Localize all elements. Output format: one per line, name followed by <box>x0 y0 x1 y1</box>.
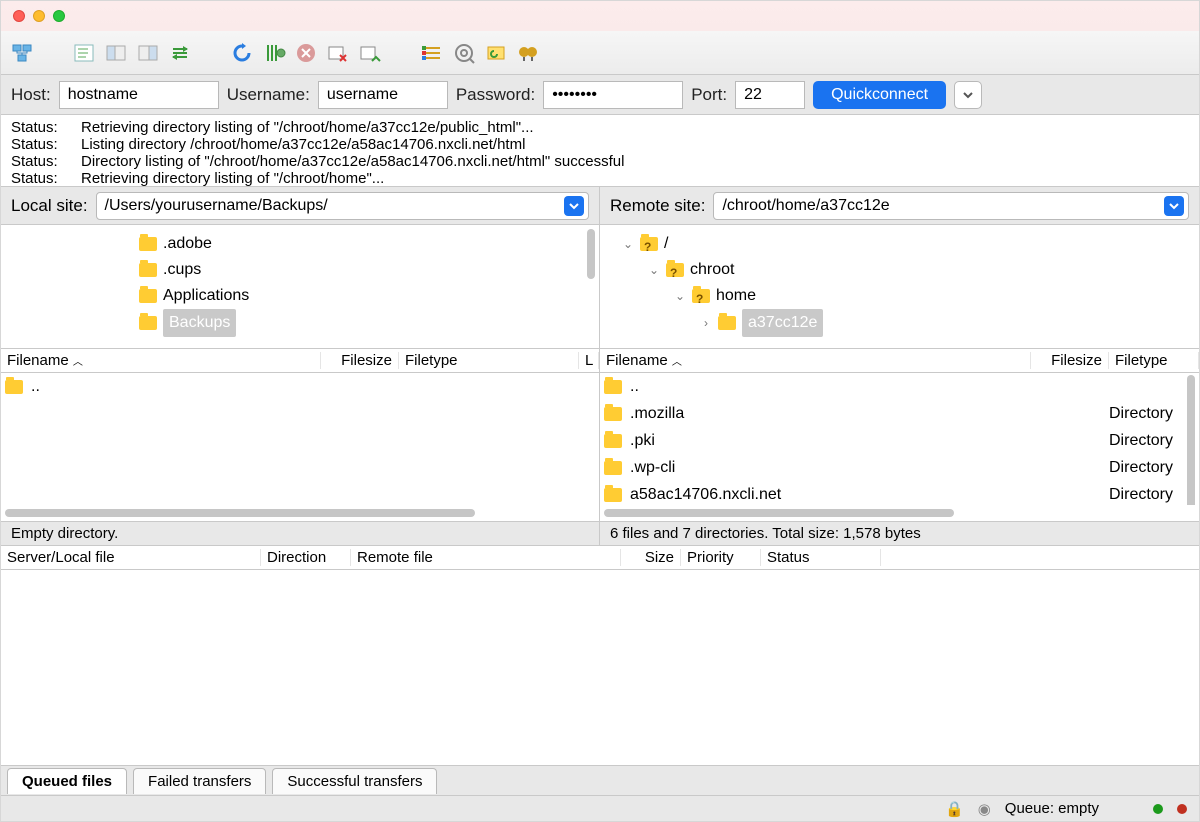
reconnect-icon[interactable] <box>357 40 383 66</box>
refresh-icon[interactable] <box>229 40 255 66</box>
scrollbar-horizontal[interactable] <box>600 505 1199 521</box>
tree-item[interactable]: Applications <box>15 283 595 309</box>
remote-site-label: Remote site: <box>610 196 705 216</box>
find-icon[interactable] <box>515 40 541 66</box>
host-label: Host: <box>11 85 51 105</box>
file-row[interactable]: .wp-cliDirectory <box>600 454 1199 481</box>
toolbar <box>1 31 1199 75</box>
message-log[interactable]: Status:Retrieving directory listing of "… <box>1 115 1199 187</box>
quickconnect-bar: Host: Username: Password: Port: Quickcon… <box>1 75 1199 115</box>
queue-status: Queue: empty <box>1005 800 1099 817</box>
sort-asc-icon: ︿ <box>73 357 83 368</box>
scrollbar-vertical[interactable] <box>1187 373 1197 505</box>
remote-site-path: /chroot/home/a37cc12e <box>722 197 889 215</box>
password-input[interactable] <box>543 81 683 109</box>
local-columns[interactable]: Filename ︿ Filesize Filetype L <box>1 349 599 373</box>
password-label: Password: <box>456 85 535 105</box>
queue-columns[interactable]: Server/Local fileDirectionRemote fileSiz… <box>1 546 1199 570</box>
col-filename[interactable]: Filename <box>606 352 668 369</box>
activity-led-download <box>1153 804 1163 814</box>
col-filetype[interactable]: Filetype <box>1109 352 1199 369</box>
file-row[interactable]: .. <box>600 373 1199 400</box>
sync-browse-icon[interactable] <box>483 40 509 66</box>
sort-asc-icon: ︿ <box>672 357 682 368</box>
remote-columns[interactable]: Filename ︿ Filesize Filetype <box>600 349 1199 373</box>
local-site-label: Local site: <box>11 196 88 216</box>
process-queue-icon[interactable] <box>261 40 287 66</box>
tree-item[interactable]: .cups <box>15 257 595 283</box>
disconnect-icon[interactable] <box>325 40 351 66</box>
host-input[interactable] <box>59 81 219 109</box>
local-site-path: /Users/yourusername/Backups/ <box>105 197 328 215</box>
queue-tabs: Queued files Failed transfers Successful… <box>1 765 1199 795</box>
file-row[interactable]: .pkiDirectory <box>600 427 1199 454</box>
quickconnect-button[interactable]: Quickconnect <box>813 81 946 109</box>
username-input[interactable] <box>318 81 448 109</box>
tree-item[interactable]: Backups <box>15 309 595 337</box>
file-row[interactable]: .mozillaDirectory <box>600 400 1199 427</box>
col-filesize[interactable]: Filesize <box>321 352 399 369</box>
local-site-input[interactable]: /Users/yourusername/Backups/ <box>96 192 589 220</box>
col-last[interactable]: L <box>579 352 599 369</box>
col-filesize[interactable]: Filesize <box>1031 352 1109 369</box>
file-row[interactable]: a58ac14706.nxcli.netDirectory <box>600 481 1199 505</box>
local-status: Empty directory. <box>1 521 599 545</box>
toggle-log-icon[interactable] <box>71 40 97 66</box>
directory-trees: Local site: /Users/yourusername/Backups/… <box>1 187 1199 349</box>
local-pane: Local site: /Users/yourusername/Backups/… <box>1 187 600 348</box>
col-filetype[interactable]: Filetype <box>399 352 579 369</box>
tree-item[interactable]: ›a37cc12e <box>614 309 1195 337</box>
tab-queued[interactable]: Queued files <box>7 768 127 794</box>
globe-icon[interactable]: ◉ <box>978 800 991 818</box>
toggle-remote-tree-icon[interactable] <box>135 40 161 66</box>
tab-failed[interactable]: Failed transfers <box>133 768 266 794</box>
zoom-window-button[interactable] <box>53 10 65 22</box>
footer: 🔒 ◉ Queue: empty <box>1 795 1199 821</box>
remote-tree[interactable]: ⌄/⌄chroot⌄home›a37cc12e <box>600 225 1199 348</box>
scrollbar-thumb[interactable] <box>587 229 595 279</box>
username-label: Username: <box>227 85 310 105</box>
directory-compare-icon[interactable] <box>451 40 477 66</box>
chevron-down-icon[interactable] <box>564 196 584 216</box>
filter-icon[interactable] <box>419 40 445 66</box>
filezilla-window: Host: Username: Password: Port: Quickcon… <box>0 0 1200 822</box>
tab-success[interactable]: Successful transfers <box>272 768 437 794</box>
scrollbar-horizontal[interactable] <box>1 505 599 521</box>
toggle-local-tree-icon[interactable] <box>103 40 129 66</box>
close-window-button[interactable] <box>13 10 25 22</box>
quickconnect-history-dropdown[interactable] <box>954 81 982 109</box>
tree-item[interactable]: .adobe <box>15 231 595 257</box>
titlebar <box>1 1 1199 31</box>
port-input[interactable] <box>735 81 805 109</box>
site-manager-icon[interactable] <box>9 40 35 66</box>
file-row[interactable]: .. <box>1 373 599 400</box>
remote-pane: Remote site: /chroot/home/a37cc12e ⌄/⌄ch… <box>600 187 1199 348</box>
remote-rows[interactable]: ...mozillaDirectory.pkiDirectory.wp-cliD… <box>600 373 1199 505</box>
queue-body[interactable] <box>1 570 1199 766</box>
file-lists: Filename ︿ Filesize Filetype L .. Empty … <box>1 349 1199 546</box>
col-filename[interactable]: Filename <box>7 352 69 369</box>
local-rows[interactable]: .. <box>1 373 599 505</box>
tree-item[interactable]: ⌄home <box>614 283 1195 309</box>
lock-icon[interactable]: 🔒 <box>945 800 964 818</box>
local-tree[interactable]: .adobe.cupsApplicationsBackups <box>1 225 599 348</box>
toggle-queue-icon[interactable] <box>167 40 193 66</box>
activity-led-upload <box>1177 804 1187 814</box>
remote-status: 6 files and 7 directories. Total size: 1… <box>600 521 1199 545</box>
port-label: Port: <box>691 85 727 105</box>
minimize-window-button[interactable] <box>33 10 45 22</box>
tree-item[interactable]: ⌄/ <box>614 231 1195 257</box>
tree-item[interactable]: ⌄chroot <box>614 257 1195 283</box>
chevron-down-icon[interactable] <box>1164 196 1184 216</box>
local-file-list: Filename ︿ Filesize Filetype L .. Empty … <box>1 349 600 545</box>
remote-site-input[interactable]: /chroot/home/a37cc12e <box>713 192 1189 220</box>
cancel-icon[interactable] <box>293 40 319 66</box>
remote-file-list: Filename ︿ Filesize Filetype ...mozillaD… <box>600 349 1199 545</box>
